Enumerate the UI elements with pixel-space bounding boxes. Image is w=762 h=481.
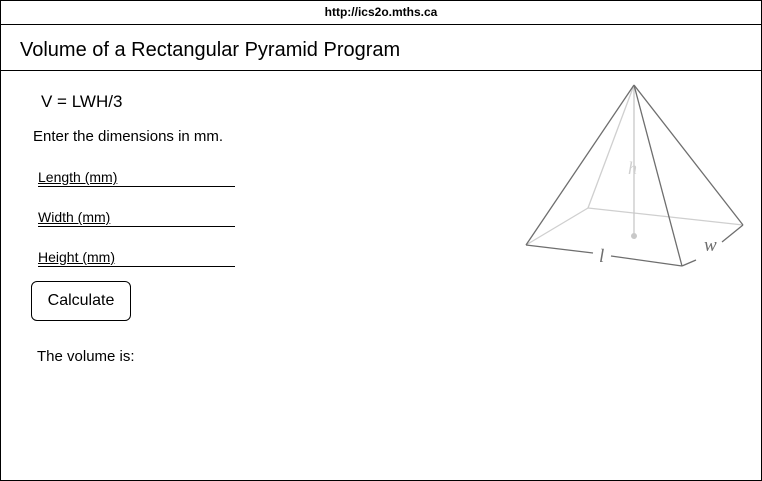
edge-front-right [633, 84, 683, 267]
base-center-dot [631, 233, 637, 239]
width-dimension-label: w [704, 235, 717, 256]
hidden-edge-back-left [587, 84, 635, 209]
height-field: Height (mm) [38, 248, 235, 267]
pyramid-diagram: h l w [525, 84, 744, 267]
height-input[interactable] [126, 248, 234, 266]
width-field: Width (mm) [38, 208, 235, 227]
url-bar: http://ics2o.mths.ca [1, 1, 761, 25]
height-label: Height (mm) [38, 249, 116, 265]
browser-frame: http://ics2o.mths.ca Volume of a Rectang… [0, 0, 762, 481]
title-bar: Volume of a Rectangular Pyramid Program [1, 25, 761, 71]
edge-base-front-b [610, 255, 683, 267]
volume-result: The volume is: [37, 348, 135, 365]
hidden-edge-base-back [587, 207, 744, 226]
edge-base-front-a [525, 244, 594, 254]
edge-base-right-a [681, 259, 697, 267]
edge-back-right [633, 84, 744, 226]
edge-front-left [525, 84, 635, 246]
length-dimension-label: l [599, 246, 604, 267]
volume-formula: V = LWH/3 [41, 92, 123, 111]
instructions-text: Enter the dimensions in mm. [33, 128, 224, 145]
hidden-edge-base-left [525, 207, 589, 246]
edge-base-right-b [721, 224, 744, 243]
height-dimension-label: h [628, 158, 637, 178]
width-label: Width (mm) [38, 209, 111, 225]
length-label: Length (mm) [38, 169, 118, 185]
length-field: Length (mm) [38, 168, 235, 187]
width-input[interactable] [126, 208, 234, 226]
calculate-button[interactable]: Calculate [31, 281, 131, 321]
page-title: Volume of a Rectangular Pyramid Program [20, 39, 401, 61]
length-input[interactable] [126, 168, 234, 186]
